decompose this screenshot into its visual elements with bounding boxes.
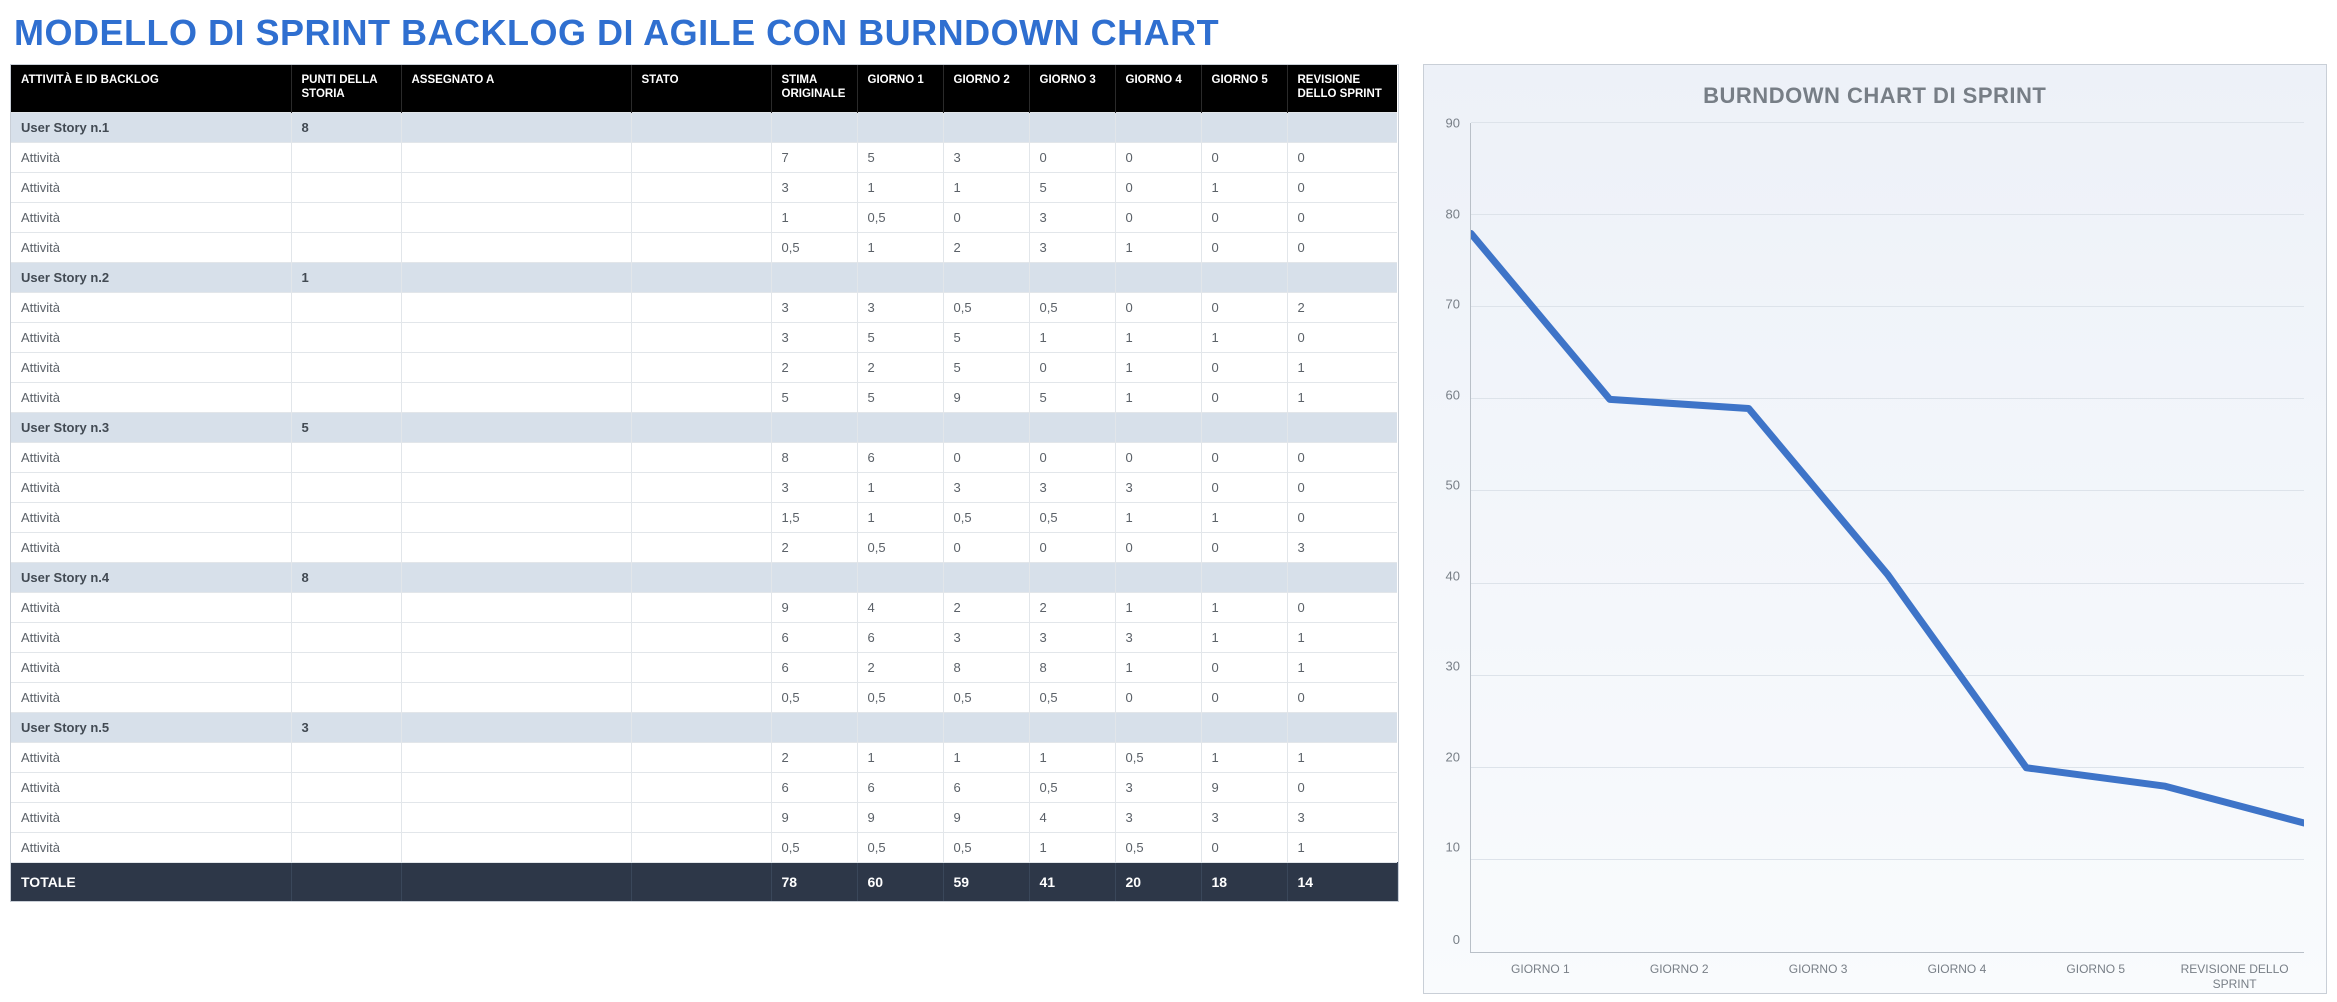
task-row: Attività6660,5390	[11, 772, 1397, 802]
chart-y-tick: 60	[1446, 387, 1460, 402]
table-col-header: REVISIONE DELLO SPRINT	[1287, 65, 1397, 112]
chart-y-tick: 10	[1446, 840, 1460, 855]
total-row: TOTALE78605941201814	[11, 862, 1397, 901]
task-row: Attività0,50,50,50,5000	[11, 682, 1397, 712]
story-row: User Story n.18	[11, 112, 1397, 142]
task-row: Attività9994333	[11, 802, 1397, 832]
task-row: Attività6288101	[11, 652, 1397, 682]
story-row: User Story n.48	[11, 562, 1397, 592]
chart-title: BURNDOWN CHART DI SPRINT	[1446, 83, 2305, 109]
story-row: User Story n.35	[11, 412, 1397, 442]
task-row: Attività0,5123100	[11, 232, 1397, 262]
chart-y-tick: 20	[1446, 749, 1460, 764]
table-col-header: STATO	[631, 65, 771, 112]
table-col-header: ASSEGNATO A	[401, 65, 631, 112]
chart-y-tick: 70	[1446, 297, 1460, 312]
chart-plot-area: GIORNO 1GIORNO 2GIORNO 3GIORNO 4GIORNO 5…	[1470, 123, 2304, 953]
task-row: Attività330,50,5002	[11, 292, 1397, 322]
table-col-header: GIORNO 2	[943, 65, 1029, 112]
chart-y-tick: 90	[1446, 116, 1460, 131]
table-col-header: GIORNO 3	[1029, 65, 1115, 112]
chart-y-tick: 0	[1446, 932, 1460, 947]
chart-y-tick: 40	[1446, 568, 1460, 583]
task-row: Attività8600000	[11, 442, 1397, 472]
backlog-table: ATTIVITÀ E ID BACKLOGPUNTI DELLA STORIAA…	[11, 65, 1398, 901]
chart-y-tick: 30	[1446, 659, 1460, 674]
chart-y-tick: 80	[1446, 206, 1460, 221]
task-row: Attività6633311	[11, 622, 1397, 652]
page-title: MODELLO DI SPRINT BACKLOG DI AGILE CON B…	[14, 12, 2327, 54]
task-row: Attività5595101	[11, 382, 1397, 412]
table-col-header: GIORNO 5	[1201, 65, 1287, 112]
chart-body: 9080706050403020100 GIORNO 1GIORNO 2GIOR…	[1446, 123, 2305, 953]
backlog-table-container: ATTIVITÀ E ID BACKLOGPUNTI DELLA STORIAA…	[10, 64, 1399, 902]
task-row: Attività0,50,50,510,501	[11, 832, 1397, 862]
task-row: Attività3133300	[11, 472, 1397, 502]
task-row: Attività9422110	[11, 592, 1397, 622]
table-body: User Story n.18Attività7530000Attività31…	[11, 112, 1397, 901]
story-row: User Story n.21	[11, 262, 1397, 292]
task-row: Attività10,503000	[11, 202, 1397, 232]
task-row: Attività2250101	[11, 352, 1397, 382]
chart-y-ticks: 9080706050403020100	[1446, 123, 1470, 953]
task-row: Attività3551110	[11, 322, 1397, 352]
table-col-header: STIMA ORIGINALE	[771, 65, 857, 112]
chart-series	[1471, 123, 2304, 952]
burndown-chart-panel: BURNDOWN CHART DI SPRINT 90 80 70 60 50 40 30 2…	[1423, 64, 2328, 994]
table-col-header: GIORNO 1	[857, 65, 943, 112]
chart-y-tick: 50	[1446, 478, 1460, 493]
task-row: Attività21110,511	[11, 742, 1397, 772]
table-header-row: ATTIVITÀ E ID BACKLOGPUNTI DELLA STORIAA…	[11, 65, 1397, 112]
story-row: User Story n.53	[11, 712, 1397, 742]
table-col-header: GIORNO 4	[1115, 65, 1201, 112]
table-col-header: ATTIVITÀ E ID BACKLOG	[11, 65, 291, 112]
task-row: Attività7530000	[11, 142, 1397, 172]
task-row: Attività20,500003	[11, 532, 1397, 562]
task-row: Attività1,510,50,5110	[11, 502, 1397, 532]
task-row: Attività3115010	[11, 172, 1397, 202]
table-col-header: PUNTI DELLA STORIA	[291, 65, 401, 112]
